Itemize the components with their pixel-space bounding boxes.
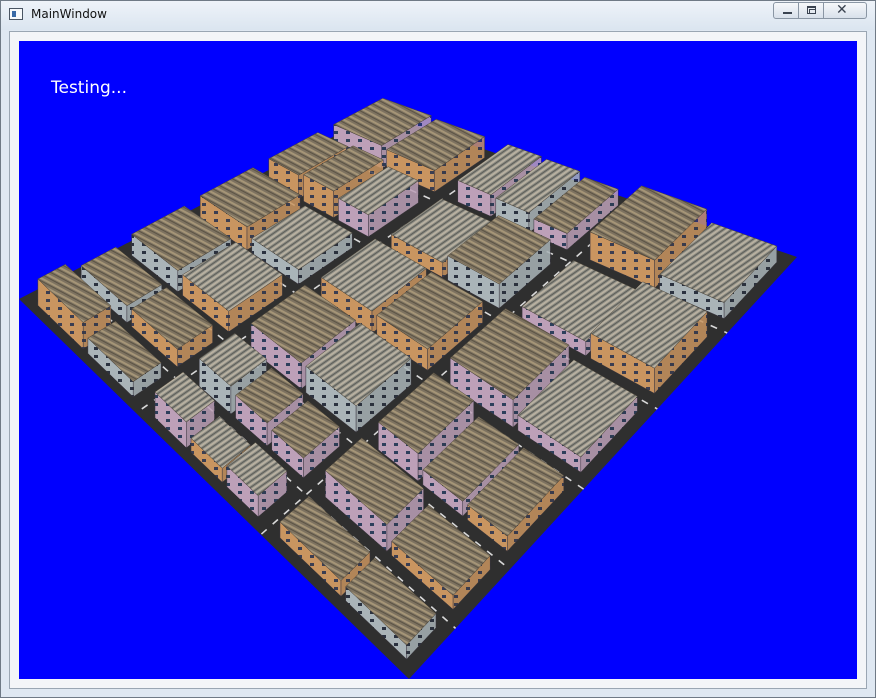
close-icon: ✕	[836, 2, 848, 18]
window-title: MainWindow	[31, 7, 107, 21]
maximize-icon	[807, 6, 816, 14]
city-scene	[19, 98, 797, 679]
close-button[interactable]: ✕	[823, 2, 867, 19]
minimize-icon	[783, 12, 792, 14]
title-bar[interactable]: MainWindow ✕	[1, 1, 875, 30]
window-controls: ✕	[773, 2, 867, 21]
app-window-icon	[9, 8, 23, 20]
status-overlay-text: Testing...	[51, 78, 127, 98]
minimize-button[interactable]	[773, 2, 799, 19]
maximize-button[interactable]	[798, 2, 824, 19]
3d-viewport[interactable]: Testing...	[19, 41, 857, 679]
